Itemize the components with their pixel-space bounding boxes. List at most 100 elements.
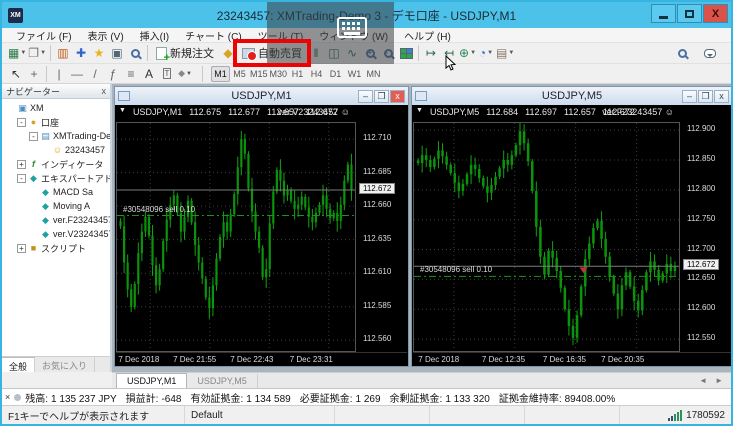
fibonacci-button[interactable]: ƒ xyxy=(104,65,122,83)
price-tick-label: 112.700 xyxy=(687,244,715,253)
tree-item-scripts[interactable]: +■スクリプト xyxy=(2,241,110,255)
tree-item-account[interactable]: ☺23243457 xyxy=(2,143,110,157)
tree-item-indicators[interactable]: +fインディケータ xyxy=(2,157,110,171)
search-button[interactable] xyxy=(673,44,691,62)
chart-tab-usdjpy-m5[interactable]: USDJPY,M5 xyxy=(187,374,257,388)
cursor-tool-button[interactable]: ↖ xyxy=(7,65,25,83)
time-axis[interactable]: 7 Dec 20187 Dec 21:557 Dec 22:437 Dec 23… xyxy=(116,352,407,366)
timeframe-m5-button[interactable]: M5 xyxy=(230,66,249,82)
text-label-button[interactable]: T xyxy=(158,65,176,83)
tab-scroll-right-icon[interactable]: ► xyxy=(715,376,723,385)
periods-button[interactable]: ◔▼ xyxy=(477,44,495,62)
chart-canvas[interactable]: ▼ USDJPY,M5 112.684 112.697 112.657 112.… xyxy=(412,105,732,366)
trendline-button[interactable]: / xyxy=(86,65,104,83)
navigator-close-icon[interactable]: x xyxy=(102,86,107,96)
expand-toggle[interactable]: + xyxy=(17,244,26,253)
profiles-icon: ❐ xyxy=(28,47,39,59)
price-tick-label: 112.560 xyxy=(363,334,391,343)
price-axis[interactable]: 112.672 112.900112.850112.800112.750112.… xyxy=(681,122,732,352)
expand-toggle[interactable]: - xyxy=(17,118,26,127)
indicators-button[interactable]: ⊕▼ xyxy=(458,44,477,62)
chart-close-button[interactable]: x xyxy=(390,90,405,103)
chart-window-titlebar[interactable]: USDJPY,M5 – ❒ x xyxy=(412,87,732,105)
market-watch-button[interactable]: ▥ xyxy=(54,44,72,62)
minimize-button[interactable] xyxy=(651,4,676,23)
tree-item-experts[interactable]: -◆エキスパートアド xyxy=(2,171,110,185)
terminal-button[interactable]: ▣ xyxy=(108,44,126,62)
timeframe-mn-button[interactable]: MN xyxy=(364,66,383,82)
timeframe-h1-button[interactable]: H1 xyxy=(288,66,307,82)
status-profile[interactable]: Default xyxy=(185,406,335,424)
symbol-dropdown-icon[interactable]: ▼ xyxy=(416,107,423,120)
chart-close-button[interactable]: x xyxy=(714,90,729,103)
timeframe-m1-button[interactable]: M1 xyxy=(211,66,230,82)
navigator-tab-favorites[interactable]: お気に入り xyxy=(35,357,95,372)
horizontal-line-button[interactable]: — xyxy=(68,65,86,83)
new-chart-button[interactable]: ▦▼ xyxy=(7,44,27,62)
chart-restore-button[interactable]: ❒ xyxy=(698,90,713,103)
timeframe-h4-button[interactable]: H4 xyxy=(307,66,326,82)
tree-item-xm[interactable]: ▣XM xyxy=(2,101,110,115)
chart-window-titlebar[interactable]: USDJPY,M1 – ❒ x xyxy=(115,87,408,105)
balance-value: 1 135 237 JPY xyxy=(51,394,117,405)
tree-item-server[interactable]: -▤XMTrading-Demo 3 xyxy=(2,129,110,143)
menu-file[interactable]: ファイル (F) xyxy=(8,28,80,43)
auto-scroll-button[interactable]: ↦ xyxy=(422,44,440,62)
strategy-tester-button[interactable] xyxy=(126,44,144,62)
price-axis[interactable]: 112.672 112.710112.685112.660112.635112.… xyxy=(357,122,408,352)
connection-status[interactable]: 1780592 xyxy=(662,406,731,424)
menu-insert[interactable]: 挿入(I) xyxy=(132,28,177,43)
expand-toggle[interactable]: + xyxy=(17,160,26,169)
network-icon: ▣ xyxy=(17,103,28,114)
menu-view[interactable]: 表示 (V) xyxy=(80,28,132,43)
text-tool-button[interactable]: A xyxy=(140,65,158,83)
tree-item-moving-average[interactable]: ◆Moving A xyxy=(2,199,110,213)
templates-button[interactable]: ▤▼ xyxy=(495,44,515,62)
drawings-button[interactable]: ≡ xyxy=(122,65,140,83)
menu-help[interactable]: ヘルプ (H) xyxy=(396,28,459,43)
tree-item-ver-v[interactable]: ◆ver.V23243457 xyxy=(2,227,110,241)
data-window-button[interactable]: ✚ xyxy=(72,44,90,62)
chart-canvas[interactable]: ▼ USDJPY,M1 112.675 112.677 112.657 112.… xyxy=(115,105,408,366)
tree-item-macd[interactable]: ◆MACD Sa xyxy=(2,185,110,199)
tree-item-ver-f[interactable]: ◆ver.F23243457 xyxy=(2,213,110,227)
menu-chart[interactable]: チャート (C) xyxy=(177,28,250,43)
crosshair-tool-button[interactable]: + xyxy=(25,65,43,83)
current-price-tag: 112.672 xyxy=(359,183,395,194)
timeframe-w1-button[interactable]: W1 xyxy=(345,66,364,82)
time-axis[interactable]: 7 Dec 20187 Dec 12:357 Dec 16:357 Dec 20… xyxy=(413,352,731,366)
tab-scroll-left-icon[interactable]: ◄ xyxy=(699,376,707,385)
tile-windows-button[interactable] xyxy=(397,44,415,62)
expand-toggle[interactable]: - xyxy=(29,132,38,141)
price-plot-area[interactable]: #30548096 sell 0.10 xyxy=(413,122,680,352)
navigator-button[interactable]: ★ xyxy=(90,44,108,62)
price-tick-label: 112.585 xyxy=(363,301,391,310)
close-button[interactable]: X xyxy=(703,4,728,23)
chart-minimize-button[interactable]: – xyxy=(358,90,373,103)
maximize-button[interactable] xyxy=(677,4,702,23)
chart-tab-usdjpy-m1[interactable]: USDJPY,M1 xyxy=(116,373,187,388)
vertical-line-button[interactable]: | xyxy=(50,65,68,83)
terminal-close-icon[interactable]: × xyxy=(2,392,13,402)
arrows-button[interactable]: ◆▼ xyxy=(176,65,194,83)
timeframe-d1-button[interactable]: D1 xyxy=(326,66,345,82)
price-tick-label: 112.750 xyxy=(687,214,715,223)
new-order-button[interactable]: 新規注文 xyxy=(151,44,219,62)
symbol-dropdown-icon[interactable]: ▼ xyxy=(119,107,126,120)
timeframe-m15-button[interactable]: M15 xyxy=(249,66,269,82)
drawings-icon: ≡ xyxy=(127,68,134,80)
navigator-tab-common[interactable]: 全般 xyxy=(2,357,35,372)
profiles-button[interactable]: ❐▼ xyxy=(27,44,47,62)
metaeditor-icon: ◆ xyxy=(223,47,232,59)
chart-minimize-button[interactable]: – xyxy=(682,90,697,103)
templates-icon: ▤ xyxy=(496,47,507,59)
timeframe-m30-button[interactable]: M30 xyxy=(269,66,289,82)
chart-restore-button[interactable]: ❒ xyxy=(374,90,389,103)
expand-toggle[interactable]: - xyxy=(17,174,26,183)
community-button[interactable] xyxy=(701,44,719,62)
tree-label: XM xyxy=(30,103,44,113)
price-plot-area[interactable]: #30548096 sell 0.10 xyxy=(116,122,356,352)
tree-item-accounts[interactable]: -●口座 xyxy=(2,115,110,129)
metaeditor-button[interactable]: ◆ xyxy=(219,44,237,62)
open-order-label: #30548096 sell 0.10 xyxy=(123,205,195,214)
